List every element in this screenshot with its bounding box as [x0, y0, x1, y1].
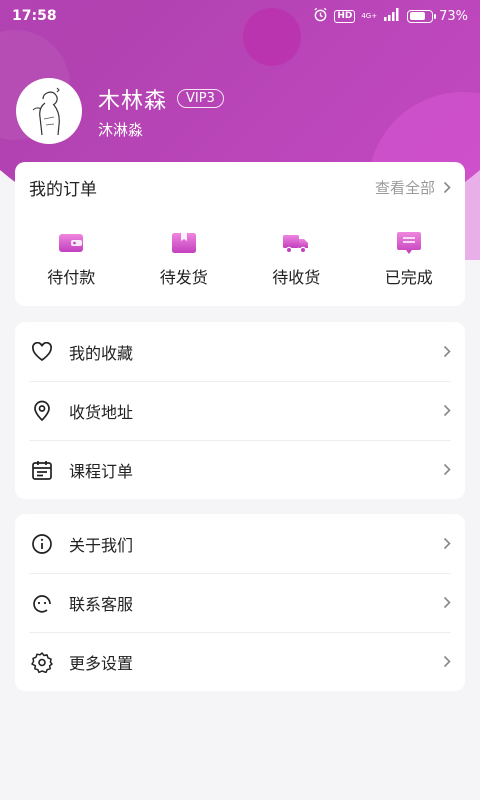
chevron-right-icon	[443, 463, 451, 476]
order-pending-payment[interactable]: 待付款	[15, 230, 128, 288]
order-label: 待收货	[272, 268, 321, 287]
network-type: 4G+	[361, 12, 378, 20]
status-bar: 17:58 HD 4G+ 73%	[0, 0, 480, 32]
menu-item-more-settings[interactable]: 更多设置	[15, 632, 465, 691]
menu-item-shipping-address[interactable]: 收货地址	[15, 381, 465, 440]
battery-percent: 73%	[439, 8, 468, 24]
chevron-right-icon	[443, 345, 451, 358]
menu-group-1: 我的收藏 收货地址 课程订单	[15, 322, 465, 499]
avatar-sketch-icon	[32, 87, 60, 136]
wallet-icon	[57, 230, 85, 256]
message-check-icon	[395, 230, 423, 256]
heart-icon	[31, 341, 53, 363]
menu-label: 收货地址	[69, 402, 134, 422]
order-pending-shipment[interactable]: 待发货	[128, 230, 241, 288]
order-pending-receipt[interactable]: 待收货	[240, 230, 353, 288]
chevron-right-icon	[443, 596, 451, 609]
menu-label: 联系客服	[69, 594, 134, 614]
settings-gear-icon	[31, 651, 53, 673]
battery-icon	[407, 9, 437, 23]
signal-icon	[383, 7, 401, 25]
package-icon	[170, 230, 198, 256]
avatar[interactable]	[16, 78, 82, 144]
menu-item-customer-service[interactable]: 联系客服	[15, 573, 465, 632]
status-time: 17:58	[12, 8, 57, 24]
menu-item-favorites[interactable]: 我的收藏	[15, 322, 465, 381]
truck-icon	[282, 230, 310, 256]
vip-badge: VIP3	[177, 89, 224, 108]
order-completed[interactable]: 已完成	[353, 230, 466, 288]
alarm-icon	[313, 7, 328, 26]
menu-item-about-us[interactable]: 关于我们	[15, 514, 465, 573]
menu-item-course-orders[interactable]: 课程订单	[15, 440, 465, 499]
hd-icon: HD	[334, 9, 356, 23]
menu-label: 关于我们	[69, 535, 134, 555]
chevron-right-icon	[443, 181, 451, 193]
menu-label: 课程订单	[69, 461, 134, 481]
calendar-icon	[31, 459, 53, 481]
location-pin-icon	[31, 400, 53, 422]
order-label: 待发货	[159, 268, 208, 287]
view-all-orders-link[interactable]: 查看全部	[375, 177, 451, 198]
orders-card: 我的订单 查看全部 待付款 待发货 待收货 已完成	[15, 162, 465, 306]
order-label: 已完成	[384, 268, 433, 287]
info-icon	[31, 533, 53, 555]
chevron-right-icon	[443, 655, 451, 668]
orders-title: 我的订单	[29, 179, 97, 200]
customer-service-icon	[31, 592, 53, 614]
user-nickname: 沐淋淼	[98, 120, 144, 139]
menu-label: 更多设置	[69, 653, 134, 673]
user-name: 木林森	[98, 88, 168, 114]
menu-label: 我的收藏	[69, 343, 134, 363]
view-all-label: 查看全部	[374, 178, 435, 197]
order-label: 待付款	[47, 268, 96, 287]
menu-group-2: 关于我们 联系客服 更多设置	[15, 514, 465, 691]
profile-section[interactable]: 木林森 VIP3 沐淋淼	[16, 78, 224, 144]
chevron-right-icon	[443, 404, 451, 417]
chevron-right-icon	[443, 537, 451, 550]
